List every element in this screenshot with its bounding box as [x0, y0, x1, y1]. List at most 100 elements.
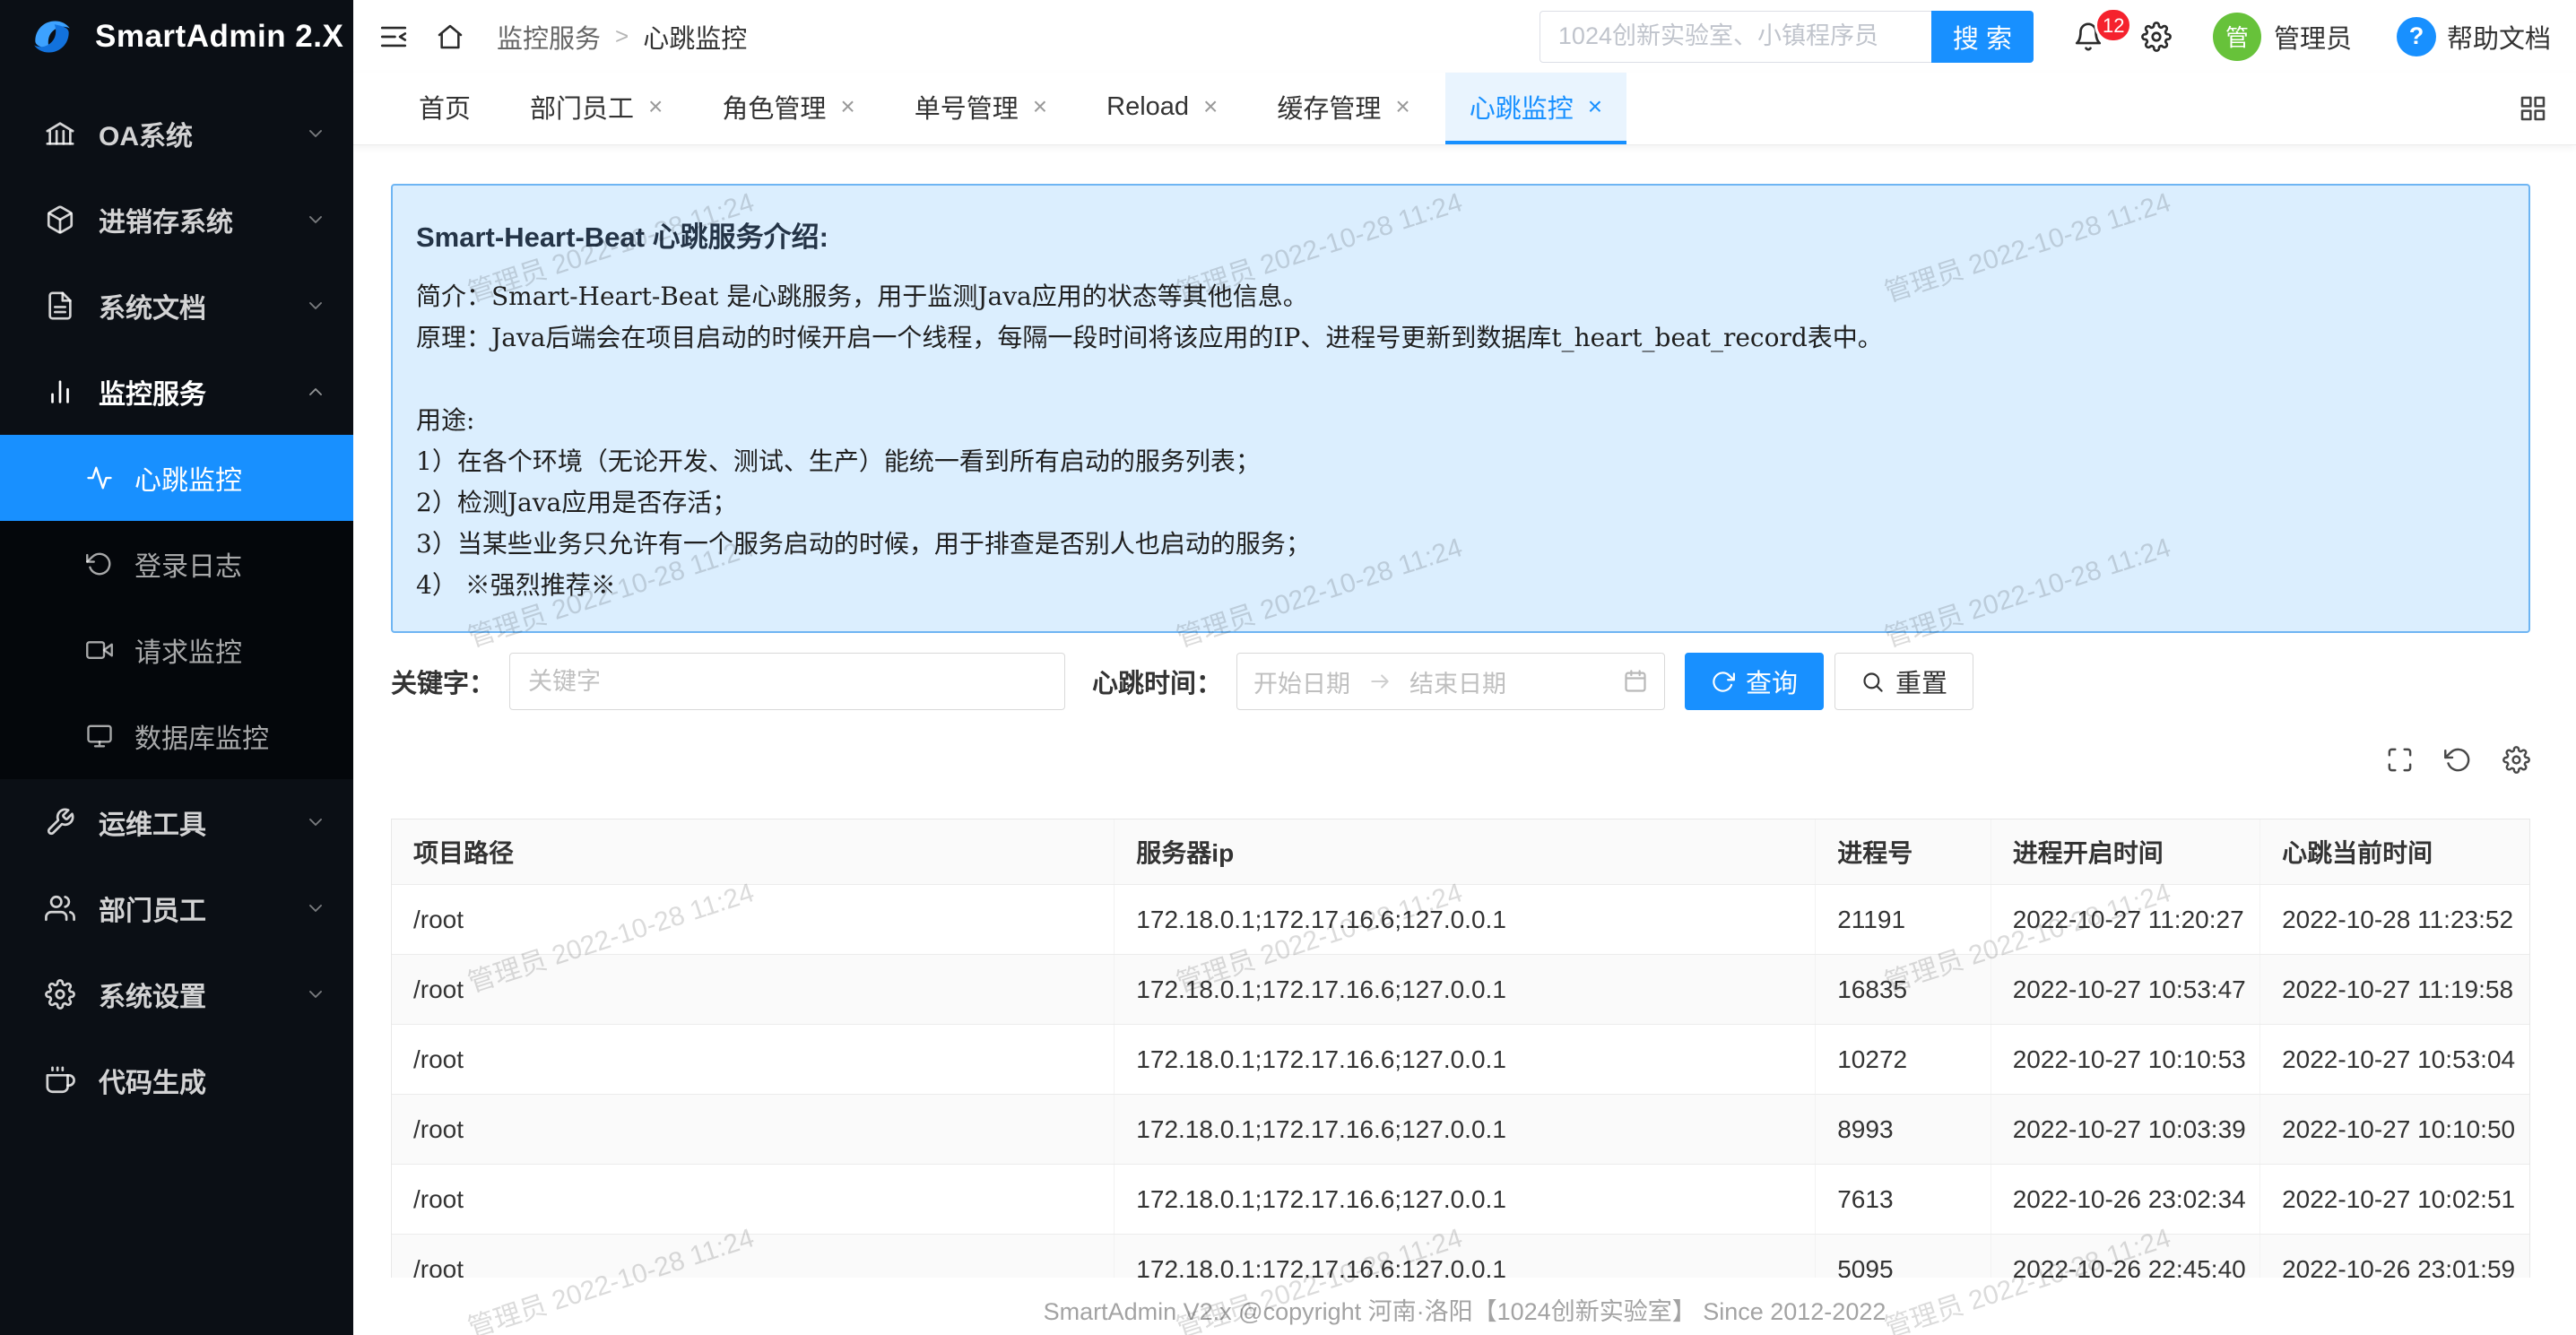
user-menu[interactable]: 管 管理员: [2213, 13, 2352, 61]
tab-close-icon[interactable]: ×: [1588, 94, 1602, 119]
sidebar-item-label: 代码生成: [99, 1061, 326, 1100]
table-cell: 2022-10-27 10:53:04: [2260, 1025, 2529, 1095]
intro-line: 简介：Smart-Heart-Beat 是心跳服务，用于监测Java应用的状态等…: [416, 276, 2493, 317]
intro-line: 1）在各个环境（无论开发、测试、生产）能统一看到所有启动的服务列表；: [416, 441, 2493, 482]
tab[interactable]: Reload×: [1082, 73, 1242, 144]
table-cell: 2022-10-27 10:53:47: [1991, 955, 2259, 1025]
intro-panel: Smart-Heart-Beat 心跳服务介绍: 简介：Smart-Heart-…: [391, 184, 2530, 633]
chevron-down-icon: [305, 209, 326, 230]
sidebar-item[interactable]: 代码生成: [0, 1037, 353, 1123]
table-cell: 16835: [1816, 955, 1991, 1025]
column-settings-button[interactable]: [2502, 746, 2530, 774]
table-cell: /root: [392, 1025, 1115, 1095]
tab-close-icon[interactable]: ×: [1203, 94, 1218, 119]
fullscreen-button[interactable]: [2386, 746, 2414, 774]
column-header: 进程开启时间: [1991, 819, 2259, 885]
chevron-down-icon: [305, 897, 326, 919]
refresh-icon: [2444, 746, 2472, 774]
table-cell: 2022-10-27 10:10:50: [2260, 1095, 2529, 1165]
search-input[interactable]: [1540, 11, 1931, 63]
brand[interactable]: SmartAdmin 2.X: [0, 0, 353, 73]
breadcrumb-item[interactable]: 心跳监控: [643, 18, 747, 56]
tab-label: 心跳监控: [1470, 88, 1574, 126]
sidebar-item-label: 系统文档: [99, 286, 305, 325]
refresh-button[interactable]: [2444, 746, 2472, 774]
keyword-input[interactable]: [509, 653, 1065, 710]
table-cell: 172.18.0.1;172.17.16.6;127.0.0.1: [1115, 1095, 1816, 1165]
chevron-down-icon: [305, 123, 326, 144]
column-header: 服务器ip: [1115, 819, 1816, 885]
tab-close-icon[interactable]: ×: [1395, 94, 1409, 119]
range-arrow-icon: [1368, 670, 1392, 693]
table-row[interactable]: /root172.18.0.1;172.17.16.6;127.0.0.1509…: [392, 1235, 2529, 1279]
tab[interactable]: 缓存管理 ×: [1253, 73, 1434, 144]
avatar: 管: [2213, 13, 2261, 61]
settings-button[interactable]: [2141, 22, 2172, 52]
table-cell: /root: [392, 955, 1115, 1025]
table-cell: 2022-10-26 23:02:34: [1991, 1165, 2259, 1235]
tab-label: 缓存管理: [1277, 88, 1381, 126]
table-cell: 10272: [1816, 1025, 1991, 1095]
question-circle-icon: ?: [2397, 17, 2436, 56]
table-row[interactable]: /root172.18.0.1;172.17.16.6;127.0.0.1168…: [392, 955, 2529, 1025]
intro-line: [416, 359, 2493, 400]
table-cell: 21191: [1816, 885, 1991, 955]
help-label: 帮助文档: [2447, 18, 2551, 56]
sidebar-item[interactable]: 数据库监控: [0, 693, 353, 779]
notifications-button[interactable]: 12: [2073, 22, 2103, 52]
sidebar-item[interactable]: 进销存系统: [0, 177, 353, 263]
table-row[interactable]: /root172.18.0.1;172.17.16.6;127.0.0.1102…: [392, 1025, 2529, 1095]
user-name: 管理员: [2274, 18, 2352, 56]
footer-text: SmartAdmin V2.x @copyright 河南·洛阳【1024创新实…: [1044, 1292, 1886, 1327]
intro-line: 原理：Java后端会在项目启动的时候开启一个线程，每隔一段时间将该应用的IP、进…: [416, 317, 2493, 359]
table-cell: /root: [392, 1165, 1115, 1235]
tab[interactable]: 单号管理×: [890, 73, 1071, 144]
search-button[interactable]: 搜 索: [1931, 11, 2034, 63]
table-row[interactable]: /root172.18.0.1;172.17.16.6;127.0.0.1761…: [392, 1165, 2529, 1235]
sidebar-item[interactable]: 登录日志: [0, 521, 353, 607]
tab[interactable]: 心跳监控 ×: [1445, 73, 1626, 144]
tab-close-icon[interactable]: ×: [840, 94, 854, 119]
tab-close-icon[interactable]: ×: [1033, 94, 1047, 119]
table-row[interactable]: /root172.18.0.1;172.17.16.6;127.0.0.1899…: [392, 1095, 2529, 1165]
sidebar-item[interactable]: OA系统: [0, 91, 353, 177]
sidebar-item[interactable]: 运维工具: [0, 779, 353, 865]
sidebar-item[interactable]: 部门员工: [0, 865, 353, 951]
sidebar-item[interactable]: 系统设置: [0, 951, 353, 1037]
grid-icon: [2519, 94, 2547, 123]
table-cell: 7613: [1816, 1165, 1991, 1235]
table-cell: /root: [392, 1095, 1115, 1165]
tab[interactable]: 部门员工×: [506, 73, 687, 144]
tab[interactable]: 角色管理×: [698, 73, 879, 144]
table-cell: 172.18.0.1;172.17.16.6;127.0.0.1: [1115, 1165, 1816, 1235]
sidebar-item-label: 登录日志: [134, 544, 326, 584]
table-cell: 8993: [1816, 1095, 1991, 1165]
tabs: 首页部门员工×角色管理×单号管理×Reload× 缓存管理 × 心跳监控 ×: [395, 73, 1637, 144]
sidebar-collapse-button[interactable]: [378, 22, 409, 52]
help-link[interactable]: ? 帮助文档: [2397, 17, 2551, 56]
sidebar-item[interactable]: 请求监控: [0, 607, 353, 693]
data-table-wrapper[interactable]: 项目路径服务器ip进程号进程开启时间心跳当前时间/root172.18.0.1;…: [391, 819, 2530, 1278]
sidebar-item[interactable]: 心跳监控: [0, 435, 353, 521]
tool-icon: [45, 807, 75, 837]
sidebar-item-label: 部门员工: [99, 889, 305, 928]
table-cell: 2022-10-28 11:23:52: [2260, 885, 2529, 955]
query-button[interactable]: 查询: [1685, 653, 1824, 710]
tab[interactable]: 首页: [395, 73, 495, 144]
tab-close-icon[interactable]: ×: [648, 94, 663, 119]
table-row[interactable]: /root172.18.0.1;172.17.16.6;127.0.0.1211…: [392, 885, 2529, 955]
intro-title: Smart-Heart-Beat 心跳服务介绍:: [416, 214, 2493, 255]
sidebar-item[interactable]: 监控服务: [0, 349, 353, 435]
date-range-picker[interactable]: 开始日期 结束日期: [1236, 653, 1665, 710]
intro-line: 2）检测Java应用是否存活；: [416, 482, 2493, 524]
notification-badge: 12: [2095, 7, 2132, 43]
app-logo-icon: [27, 12, 77, 62]
sidebar-item[interactable]: 系统文档: [0, 263, 353, 349]
home-button[interactable]: [436, 22, 464, 51]
tab-layout-button[interactable]: [2519, 73, 2547, 144]
reset-button-icon: [1860, 667, 1885, 697]
rotate-icon: [1711, 670, 1735, 694]
reset-button[interactable]: 重置: [1834, 653, 1973, 710]
breadcrumb-item[interactable]: 监控服务: [497, 18, 601, 56]
search-icon: [1860, 670, 1885, 694]
